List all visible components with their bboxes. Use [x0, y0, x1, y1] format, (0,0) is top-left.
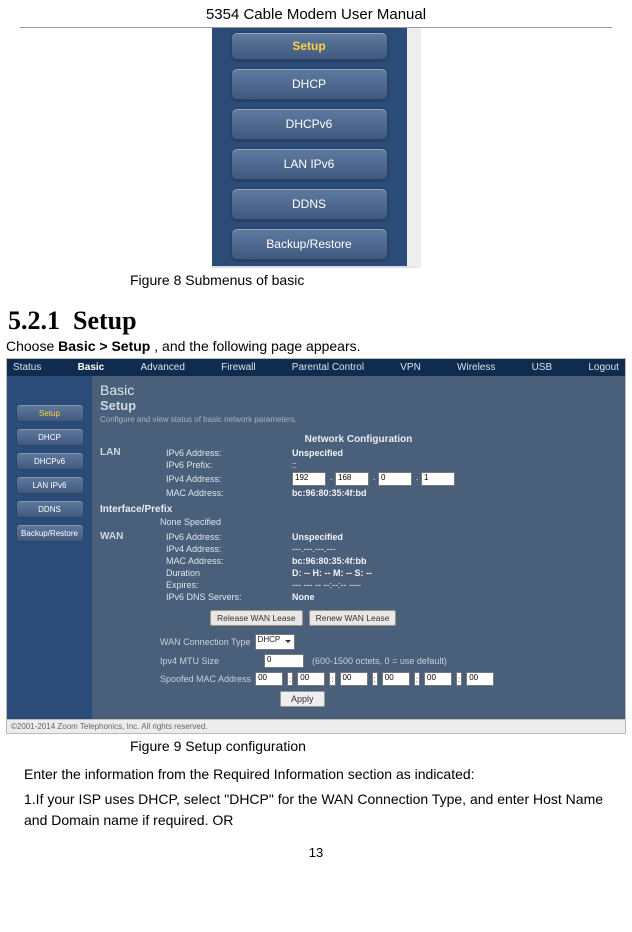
nav-firewall[interactable]: Firewall	[221, 362, 255, 373]
wan-conn-type-label: WAN Connection Type	[160, 637, 251, 647]
figure-8-caption: Figure 8 Submenus of basic	[0, 272, 632, 288]
wan-duration-value: D: -- H: -- M: -- S: --	[292, 568, 617, 578]
nav-vpn[interactable]: VPN	[400, 362, 421, 373]
side-backup[interactable]: Backup/Restore	[16, 524, 84, 542]
submenu-ddns[interactable]: DDNS	[231, 188, 388, 220]
wan-ipv4addr-value: ---.---.---.---	[292, 544, 617, 554]
spoof-label: Spoofed MAC Address	[160, 674, 251, 684]
wan-block: WAN IPv6 Address: Unspecified IPv4 Addre…	[100, 531, 617, 602]
side-dhcp[interactable]: DHCP	[16, 428, 84, 446]
wan-conn-type-select[interactable]: DHCP	[255, 634, 296, 650]
lan-mac-value: bc:96:80:35:4f:bd	[292, 488, 617, 498]
main-heading: Basic	[100, 382, 617, 398]
mtu-input[interactable]: 0	[264, 654, 304, 668]
mtu-hint: (600-1500 octets, 0 = use default)	[312, 656, 447, 666]
lan-ipv6addr-value: Unspecified	[292, 448, 617, 458]
lan-ipv6prefix-value: ::	[292, 460, 617, 470]
wan-duration-label: Duration	[166, 568, 286, 578]
wan-ipv6addr-label: IPv6 Address:	[166, 532, 286, 542]
main-sub: Setup	[100, 398, 617, 413]
ip-oct-3[interactable]: 0	[378, 472, 412, 486]
figure-8-submenus: Setup DHCP DHCPv6 LAN IPv6 DDNS Backup/R…	[0, 28, 632, 268]
submenu-dhcpv6[interactable]: DHCPv6	[231, 108, 388, 140]
wan-mac-label: MAC Address:	[166, 556, 286, 566]
nav-advanced[interactable]: Advanced	[140, 362, 184, 373]
section-heading: 5.2.1 Setup	[8, 306, 632, 336]
network-configuration-heading: Network Configuration	[100, 432, 617, 447]
nav-wireless[interactable]: Wireless	[457, 362, 495, 373]
renew-wan-lease-button[interactable]: Renew WAN Lease	[309, 610, 397, 626]
ip-oct-2[interactable]: 168	[335, 472, 369, 486]
top-nav: Status Basic Advanced Firewall Parental …	[7, 359, 625, 376]
ip-oct-4[interactable]: 1	[421, 472, 455, 486]
side-dhcpv6[interactable]: DHCPv6	[16, 452, 84, 470]
choose-path: Basic > Setup	[58, 338, 150, 354]
submenu-panel: Setup DHCP DHCPv6 LAN IPv6 DDNS Backup/R…	[212, 28, 421, 268]
figure-9-caption: Figure 9 Setup configuration	[0, 738, 632, 754]
release-wan-lease-button[interactable]: Release WAN Lease	[210, 610, 303, 626]
submenu-setup[interactable]: Setup	[231, 32, 388, 60]
lan-label: LAN	[100, 447, 160, 458]
side-setup[interactable]: Setup	[16, 404, 84, 422]
section-title: Setup	[73, 306, 137, 335]
wan-mac-value: bc:96:80:35:4f:bb	[292, 556, 617, 566]
interface-prefix-label: Interface/Prefix	[100, 504, 617, 515]
spoof-row: Spoofed MAC Address 00: 00: 00: 00: 00: …	[160, 672, 617, 686]
spoof-oct-2[interactable]: 00	[297, 672, 325, 686]
nav-status[interactable]: Status	[13, 362, 41, 373]
spoof-oct-3[interactable]: 00	[340, 672, 368, 686]
wan-ipv4addr-label: IPv4 Address:	[166, 544, 286, 554]
mtu-row: Ipv4 MTU Size 0 (600-1500 octets, 0 = us…	[160, 654, 617, 668]
submenu-backup-restore[interactable]: Backup/Restore	[231, 228, 388, 260]
choose-suffix: , and the following page appears.	[150, 338, 360, 354]
wan-conn-type-row: WAN Connection Type DHCP	[160, 634, 617, 650]
figure-9-screenshot: Status Basic Advanced Firewall Parental …	[6, 358, 626, 734]
mtu-label: Ipv4 MTU Size	[160, 656, 219, 666]
nav-logout[interactable]: Logout	[588, 362, 619, 373]
wan-dns-value: None	[292, 592, 617, 602]
main-desc: Configure and view status of basic netwo…	[100, 415, 617, 424]
spoof-oct-4[interactable]: 00	[382, 672, 410, 686]
apply-button[interactable]: Apply	[280, 691, 325, 707]
lease-buttons: Release WAN Lease Renew WAN Lease	[210, 610, 617, 626]
side-lanipv6[interactable]: LAN IPv6	[16, 476, 84, 494]
body-line-2: 1.If your ISP uses DHCP, select "DHCP" f…	[24, 789, 608, 831]
sidebar: Setup DHCP DHCPv6 LAN IPv6 DDNS Backup/R…	[7, 376, 92, 719]
lan-ipv4addr-label: IPv4 Address:	[166, 474, 286, 484]
spoof-oct-6[interactable]: 00	[466, 672, 494, 686]
side-ddns[interactable]: DDNS	[16, 500, 84, 518]
nav-parental[interactable]: Parental Control	[292, 362, 364, 373]
lan-ipv6prefix-label: IPv6 Prefix:	[166, 460, 286, 470]
page-number: 13	[0, 845, 632, 860]
wan-label: WAN	[100, 531, 160, 542]
submenu-dhcp[interactable]: DHCP	[231, 68, 388, 100]
wan-expires-value: --- --- -- --:--:-- ----	[292, 580, 617, 590]
lan-block: LAN IPv6 Address: Unspecified IPv6 Prefi…	[100, 447, 617, 498]
lan-mac-label: MAC Address:	[166, 488, 286, 498]
choose-line: Choose Basic > Setup , and the following…	[6, 338, 624, 354]
spoof-oct-1[interactable]: 00	[255, 672, 283, 686]
choose-prefix: Choose	[6, 338, 58, 354]
nav-usb[interactable]: USB	[532, 362, 553, 373]
lan-ipv6addr-label: IPv6 Address:	[166, 448, 286, 458]
lan-ipv4addr-value: 192. 168. 0. 1	[292, 472, 617, 486]
ip-oct-1[interactable]: 192	[292, 472, 326, 486]
none-specified: None Specified	[160, 517, 617, 527]
section-number: 5.2.1	[8, 306, 60, 335]
copyright-bar: ©2001-2014 Zoom Telephonics, Inc. All ri…	[7, 719, 625, 733]
spoof-oct-5[interactable]: 00	[424, 672, 452, 686]
wan-ipv6addr-value: Unspecified	[292, 532, 617, 542]
main-panel: Basic Setup Configure and view status of…	[92, 376, 625, 719]
wan-expires-label: Expires:	[166, 580, 286, 590]
body-line-1: Enter the information from the Required …	[24, 764, 608, 785]
submenu-lan-ipv6[interactable]: LAN IPv6	[231, 148, 388, 180]
page-title: 5354 Cable Modem User Manual	[20, 0, 612, 28]
nav-basic[interactable]: Basic	[78, 362, 105, 373]
wan-dns-label: IPv6 DNS Servers:	[166, 592, 286, 602]
